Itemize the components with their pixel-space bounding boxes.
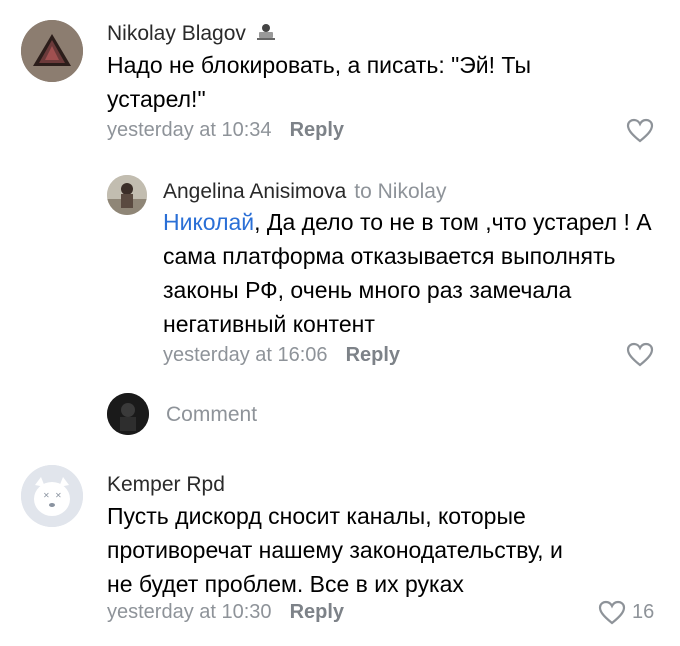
comment-meta: yesterday at 10:30 Reply [107,601,344,624]
mention-link[interactable]: Николай [163,209,254,235]
comment-text: Пусть дискорд сносит каналы, которые про… [107,503,563,597]
like-count: 16 [632,601,655,623]
reply-button[interactable]: Reply [290,119,344,141]
comment-text: Николай, Да дело то не в том ,что устаре… [163,205,663,341]
comment-time: yesterday at 10:30 [107,601,272,623]
heart-icon [598,600,626,625]
comment-author[interactable]: Angelina Anisimova to Nikolay [163,180,446,204]
comment-author[interactable]: Kemper Rpd [107,473,225,497]
like-button[interactable] [626,118,654,143]
comment-input[interactable]: Comment [166,403,257,427]
heart-icon [626,342,654,367]
avatar[interactable] [107,175,147,215]
like-button[interactable]: 16 [598,600,654,625]
photo-avatar-image [107,175,147,215]
dark-avatar-image [107,393,149,435]
reply-to-label[interactable]: to Nikolay [354,180,446,203]
comment-time: yesterday at 16:06 [163,344,328,366]
comment-author[interactable]: Nikolay Blagov [107,22,276,49]
pyramid-avatar-image [21,20,83,82]
reply-button[interactable]: Reply [346,344,400,366]
avatar[interactable] [21,20,83,82]
comment-meta: yesterday at 16:06 Reply [163,344,400,367]
current-user-avatar[interactable] [107,393,149,435]
svg-text:✕: ✕ [55,491,62,500]
comment-time: yesterday at 10:34 [107,119,272,141]
dog-avatar-image: ✕ ✕ [21,465,83,527]
author-name[interactable]: Nikolay Blagov [107,22,246,45]
avatar[interactable]: ✕ ✕ [21,465,83,527]
like-button[interactable] [626,342,654,367]
heart-icon [626,118,654,143]
author-name[interactable]: Angelina Anisimova [163,180,346,203]
reply-button[interactable]: Reply [290,601,344,623]
comment-meta: yesterday at 10:34 Reply [107,119,344,142]
svg-text:✕: ✕ [43,491,50,500]
comment-text: Надо не блокировать, а писать: "Эй! Ты у… [107,52,531,112]
user-laptop-icon [256,23,276,49]
author-name[interactable]: Kemper Rpd [107,473,225,496]
